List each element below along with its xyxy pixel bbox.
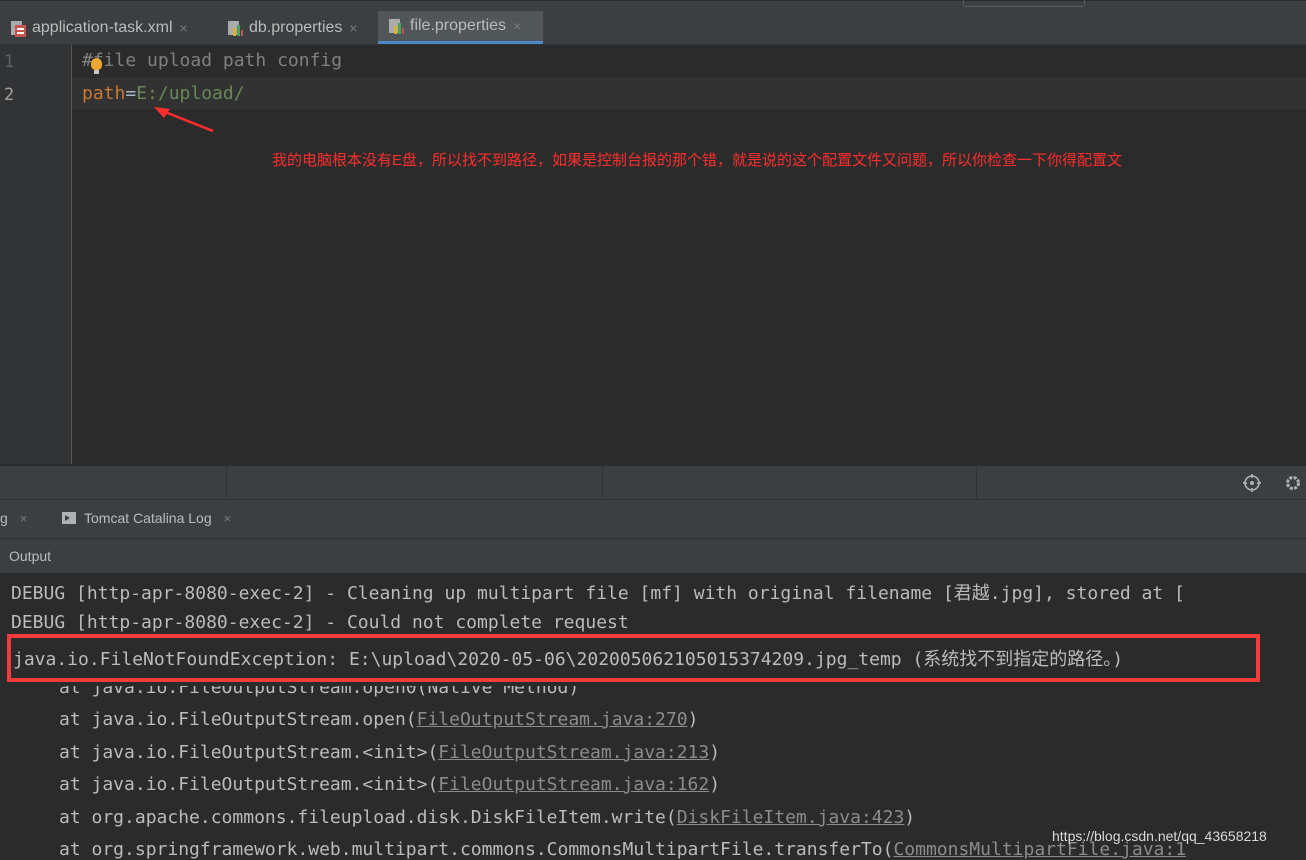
close-icon[interactable]: × [224, 511, 232, 526]
close-icon[interactable]: × [20, 511, 28, 526]
stack-text: at java.io.FileOutputStream.open( [59, 709, 417, 730]
properties-file-icon [388, 17, 404, 35]
tab-label: Tomcat Catalina Log [84, 510, 212, 526]
close-icon[interactable]: × [513, 18, 521, 34]
code-line-2[interactable]: path=E:/upload/ [82, 83, 245, 104]
stack-text: ) [709, 774, 721, 795]
code-line-1[interactable]: #file upload path config [82, 50, 342, 71]
output-label: Output [9, 548, 52, 564]
divider [976, 466, 977, 500]
tab-tomcat-catalina-log[interactable]: Tomcat Catalina Log × [62, 510, 231, 526]
tab-label: application-task.xml [32, 18, 173, 36]
annotation-text: 我的电脑根本没有E盘，所以找不到路径，如果是控制台报的那个错，就是说的这个配置文… [272, 152, 1123, 169]
divider [226, 466, 227, 500]
xml-file-icon [10, 19, 26, 37]
top-toolbar-strip [0, 1, 1306, 9]
highlight-box [7, 634, 1260, 682]
source-link[interactable]: FileOutputStream.java:162 [438, 774, 709, 795]
annotation-arrow-icon [154, 107, 214, 133]
tab-label: g [0, 510, 8, 526]
tab-db-properties[interactable]: db.properties × [217, 11, 375, 44]
lightbulb-icon[interactable] [91, 58, 102, 74]
property-value: E:/upload/ [136, 83, 245, 104]
tab-label: db.properties [249, 18, 343, 36]
tab-file-properties[interactable]: file.properties × [378, 11, 543, 44]
output-section-header: Output [0, 538, 1306, 573]
stack-trace-line: at org.apache.commons.fileupload.disk.Di… [59, 807, 915, 828]
current-line-highlight [72, 78, 1306, 109]
tab-label: file.properties [410, 17, 507, 34]
close-icon[interactable]: × [349, 20, 357, 36]
crosshair-icon[interactable] [1243, 474, 1261, 492]
source-link[interactable]: FileOutputStream.java:213 [438, 742, 709, 763]
tab-application-task-xml[interactable]: application-task.xml × [0, 11, 215, 44]
editor-tab-bar: application-task.xml × db.properties × f… [0, 0, 1306, 45]
property-key: path [82, 83, 126, 104]
stack-text: at org.apache.commons.fileupload.disk.Di… [59, 807, 677, 828]
divider [0, 44, 1306, 45]
watermark: https://blog.csdn.net/qq_43658218 [1052, 828, 1267, 844]
source-link[interactable]: FileOutputStream.java:270 [417, 709, 688, 730]
tool-window-tabs: g × Tomcat Catalina Log × [0, 499, 1306, 538]
stack-text: at java.io.FileOutputStream.<init>( [59, 774, 439, 795]
console-icon [62, 512, 76, 524]
tab-log[interactable]: g × [0, 510, 27, 526]
line-number: 2 [4, 85, 15, 105]
source-link[interactable]: DiskFileItem.java:423 [677, 807, 905, 828]
console-line: DEBUG [http-apr-8080-exec-2] - Could not… [11, 612, 629, 633]
line-number: 1 [4, 52, 15, 72]
stack-text: ) [687, 709, 699, 730]
tool-window-header [0, 465, 1306, 500]
stack-trace-line: at java.io.FileOutputStream.<init>(FileO… [59, 774, 720, 795]
line-number-gutter: 1 2 [0, 44, 72, 464]
run-config-dropdown[interactable] [963, 0, 1085, 7]
console-line: DEBUG [http-apr-8080-exec-2] - Cleaning … [11, 583, 1185, 604]
stack-trace-line: at java.io.FileOutputStream.open(FileOut… [59, 709, 698, 730]
close-icon[interactable]: × [180, 20, 188, 36]
properties-file-icon [227, 19, 243, 37]
stack-text: ) [904, 807, 916, 828]
gear-icon[interactable] [1284, 474, 1302, 492]
property-equals: = [125, 83, 137, 104]
stack-text: ) [709, 742, 721, 763]
stack-text: at java.io.FileOutputStream.<init>( [59, 742, 439, 763]
divider [602, 466, 603, 500]
stack-trace-line: at java.io.FileOutputStream.<init>(FileO… [59, 742, 720, 763]
